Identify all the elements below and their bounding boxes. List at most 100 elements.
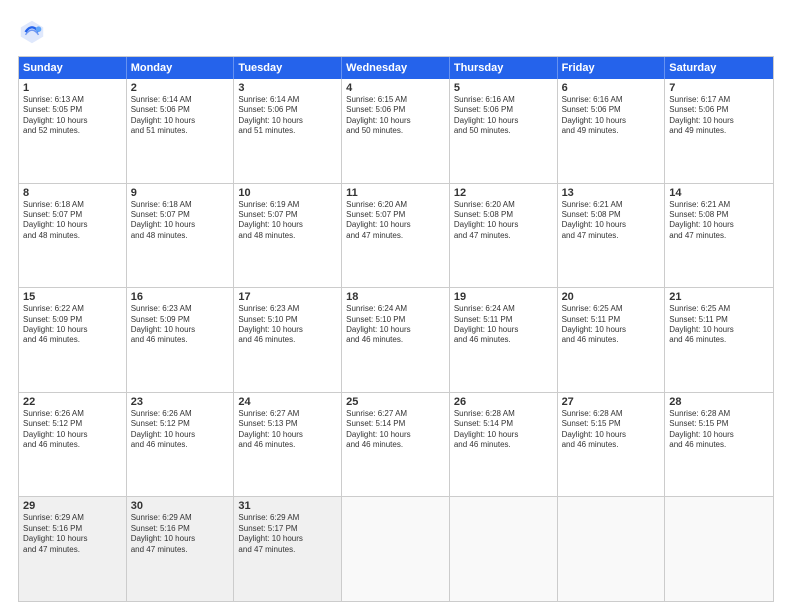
cal-cell: [450, 497, 558, 601]
cell-info: Sunrise: 6:25 AM Sunset: 5:11 PM Dayligh…: [562, 304, 661, 346]
cal-cell: 20Sunrise: 6:25 AM Sunset: 5:11 PM Dayli…: [558, 288, 666, 392]
day-number: 7: [669, 82, 769, 94]
cell-info: Sunrise: 6:28 AM Sunset: 5:14 PM Dayligh…: [454, 409, 553, 451]
cal-cell: 6Sunrise: 6:16 AM Sunset: 5:06 PM Daylig…: [558, 79, 666, 183]
calendar: SundayMondayTuesdayWednesdayThursdayFrid…: [18, 56, 774, 602]
cal-cell: 31Sunrise: 6:29 AM Sunset: 5:17 PM Dayli…: [234, 497, 342, 601]
day-number: 23: [131, 396, 230, 408]
cal-cell: 1Sunrise: 6:13 AM Sunset: 5:05 PM Daylig…: [19, 79, 127, 183]
week-row-3: 15Sunrise: 6:22 AM Sunset: 5:09 PM Dayli…: [19, 288, 773, 393]
day-number: 11: [346, 187, 445, 199]
cell-info: Sunrise: 6:18 AM Sunset: 5:07 PM Dayligh…: [23, 200, 122, 242]
cell-info: Sunrise: 6:23 AM Sunset: 5:10 PM Dayligh…: [238, 304, 337, 346]
cal-cell: 28Sunrise: 6:28 AM Sunset: 5:15 PM Dayli…: [665, 393, 773, 497]
day-number: 13: [562, 187, 661, 199]
cell-info: Sunrise: 6:13 AM Sunset: 5:05 PM Dayligh…: [23, 95, 122, 137]
week-row-4: 22Sunrise: 6:26 AM Sunset: 5:12 PM Dayli…: [19, 393, 773, 498]
week-row-5: 29Sunrise: 6:29 AM Sunset: 5:16 PM Dayli…: [19, 497, 773, 601]
cal-cell: 19Sunrise: 6:24 AM Sunset: 5:11 PM Dayli…: [450, 288, 558, 392]
cal-cell: 5Sunrise: 6:16 AM Sunset: 5:06 PM Daylig…: [450, 79, 558, 183]
cell-info: Sunrise: 6:25 AM Sunset: 5:11 PM Dayligh…: [669, 304, 769, 346]
cal-cell: 15Sunrise: 6:22 AM Sunset: 5:09 PM Dayli…: [19, 288, 127, 392]
cell-info: Sunrise: 6:26 AM Sunset: 5:12 PM Dayligh…: [23, 409, 122, 451]
cal-cell: [342, 497, 450, 601]
cal-cell: 21Sunrise: 6:25 AM Sunset: 5:11 PM Dayli…: [665, 288, 773, 392]
cell-info: Sunrise: 6:28 AM Sunset: 5:15 PM Dayligh…: [562, 409, 661, 451]
cal-cell: 17Sunrise: 6:23 AM Sunset: 5:10 PM Dayli…: [234, 288, 342, 392]
calendar-body: 1Sunrise: 6:13 AM Sunset: 5:05 PM Daylig…: [19, 79, 773, 601]
day-number: 5: [454, 82, 553, 94]
day-number: 18: [346, 291, 445, 303]
day-number: 21: [669, 291, 769, 303]
cell-info: Sunrise: 6:14 AM Sunset: 5:06 PM Dayligh…: [131, 95, 230, 137]
cal-cell: 7Sunrise: 6:17 AM Sunset: 5:06 PM Daylig…: [665, 79, 773, 183]
calendar-header: SundayMondayTuesdayWednesdayThursdayFrid…: [19, 57, 773, 79]
day-number: 8: [23, 187, 122, 199]
day-header-monday: Monday: [127, 57, 235, 79]
cell-info: Sunrise: 6:19 AM Sunset: 5:07 PM Dayligh…: [238, 200, 337, 242]
cal-cell: 13Sunrise: 6:21 AM Sunset: 5:08 PM Dayli…: [558, 184, 666, 288]
day-number: 14: [669, 187, 769, 199]
cal-cell: [558, 497, 666, 601]
header: [18, 18, 774, 46]
day-number: 30: [131, 500, 230, 512]
cal-cell: 4Sunrise: 6:15 AM Sunset: 5:06 PM Daylig…: [342, 79, 450, 183]
day-number: 3: [238, 82, 337, 94]
day-number: 28: [669, 396, 769, 408]
cal-cell: 30Sunrise: 6:29 AM Sunset: 5:16 PM Dayli…: [127, 497, 235, 601]
cell-info: Sunrise: 6:29 AM Sunset: 5:17 PM Dayligh…: [238, 513, 337, 555]
page: SundayMondayTuesdayWednesdayThursdayFrid…: [0, 0, 792, 612]
cal-cell: 16Sunrise: 6:23 AM Sunset: 5:09 PM Dayli…: [127, 288, 235, 392]
cal-cell: 26Sunrise: 6:28 AM Sunset: 5:14 PM Dayli…: [450, 393, 558, 497]
day-header-tuesday: Tuesday: [234, 57, 342, 79]
day-number: 4: [346, 82, 445, 94]
day-header-saturday: Saturday: [665, 57, 773, 79]
cell-info: Sunrise: 6:24 AM Sunset: 5:10 PM Dayligh…: [346, 304, 445, 346]
day-number: 22: [23, 396, 122, 408]
cell-info: Sunrise: 6:29 AM Sunset: 5:16 PM Dayligh…: [23, 513, 122, 555]
cell-info: Sunrise: 6:16 AM Sunset: 5:06 PM Dayligh…: [562, 95, 661, 137]
day-number: 19: [454, 291, 553, 303]
day-number: 9: [131, 187, 230, 199]
day-header-sunday: Sunday: [19, 57, 127, 79]
week-row-2: 8Sunrise: 6:18 AM Sunset: 5:07 PM Daylig…: [19, 184, 773, 289]
logo-icon: [18, 18, 46, 46]
cal-cell: [665, 497, 773, 601]
cell-info: Sunrise: 6:14 AM Sunset: 5:06 PM Dayligh…: [238, 95, 337, 137]
cal-cell: 11Sunrise: 6:20 AM Sunset: 5:07 PM Dayli…: [342, 184, 450, 288]
day-number: 10: [238, 187, 337, 199]
day-number: 26: [454, 396, 553, 408]
day-header-wednesday: Wednesday: [342, 57, 450, 79]
cal-cell: 14Sunrise: 6:21 AM Sunset: 5:08 PM Dayli…: [665, 184, 773, 288]
day-number: 6: [562, 82, 661, 94]
cal-cell: 2Sunrise: 6:14 AM Sunset: 5:06 PM Daylig…: [127, 79, 235, 183]
day-number: 29: [23, 500, 122, 512]
cal-cell: 8Sunrise: 6:18 AM Sunset: 5:07 PM Daylig…: [19, 184, 127, 288]
day-number: 17: [238, 291, 337, 303]
cal-cell: 22Sunrise: 6:26 AM Sunset: 5:12 PM Dayli…: [19, 393, 127, 497]
day-header-thursday: Thursday: [450, 57, 558, 79]
day-number: 12: [454, 187, 553, 199]
cell-info: Sunrise: 6:21 AM Sunset: 5:08 PM Dayligh…: [562, 200, 661, 242]
cell-info: Sunrise: 6:20 AM Sunset: 5:08 PM Dayligh…: [454, 200, 553, 242]
cal-cell: 27Sunrise: 6:28 AM Sunset: 5:15 PM Dayli…: [558, 393, 666, 497]
cell-info: Sunrise: 6:27 AM Sunset: 5:13 PM Dayligh…: [238, 409, 337, 451]
cell-info: Sunrise: 6:15 AM Sunset: 5:06 PM Dayligh…: [346, 95, 445, 137]
cal-cell: 24Sunrise: 6:27 AM Sunset: 5:13 PM Dayli…: [234, 393, 342, 497]
cell-info: Sunrise: 6:22 AM Sunset: 5:09 PM Dayligh…: [23, 304, 122, 346]
cell-info: Sunrise: 6:18 AM Sunset: 5:07 PM Dayligh…: [131, 200, 230, 242]
cal-cell: 9Sunrise: 6:18 AM Sunset: 5:07 PM Daylig…: [127, 184, 235, 288]
cell-info: Sunrise: 6:23 AM Sunset: 5:09 PM Dayligh…: [131, 304, 230, 346]
cal-cell: 3Sunrise: 6:14 AM Sunset: 5:06 PM Daylig…: [234, 79, 342, 183]
day-number: 2: [131, 82, 230, 94]
cal-cell: 29Sunrise: 6:29 AM Sunset: 5:16 PM Dayli…: [19, 497, 127, 601]
cal-cell: 23Sunrise: 6:26 AM Sunset: 5:12 PM Dayli…: [127, 393, 235, 497]
week-row-1: 1Sunrise: 6:13 AM Sunset: 5:05 PM Daylig…: [19, 79, 773, 184]
cell-info: Sunrise: 6:29 AM Sunset: 5:16 PM Dayligh…: [131, 513, 230, 555]
cal-cell: 18Sunrise: 6:24 AM Sunset: 5:10 PM Dayli…: [342, 288, 450, 392]
day-number: 16: [131, 291, 230, 303]
day-number: 1: [23, 82, 122, 94]
cell-info: Sunrise: 6:28 AM Sunset: 5:15 PM Dayligh…: [669, 409, 769, 451]
cell-info: Sunrise: 6:24 AM Sunset: 5:11 PM Dayligh…: [454, 304, 553, 346]
cal-cell: 25Sunrise: 6:27 AM Sunset: 5:14 PM Dayli…: [342, 393, 450, 497]
